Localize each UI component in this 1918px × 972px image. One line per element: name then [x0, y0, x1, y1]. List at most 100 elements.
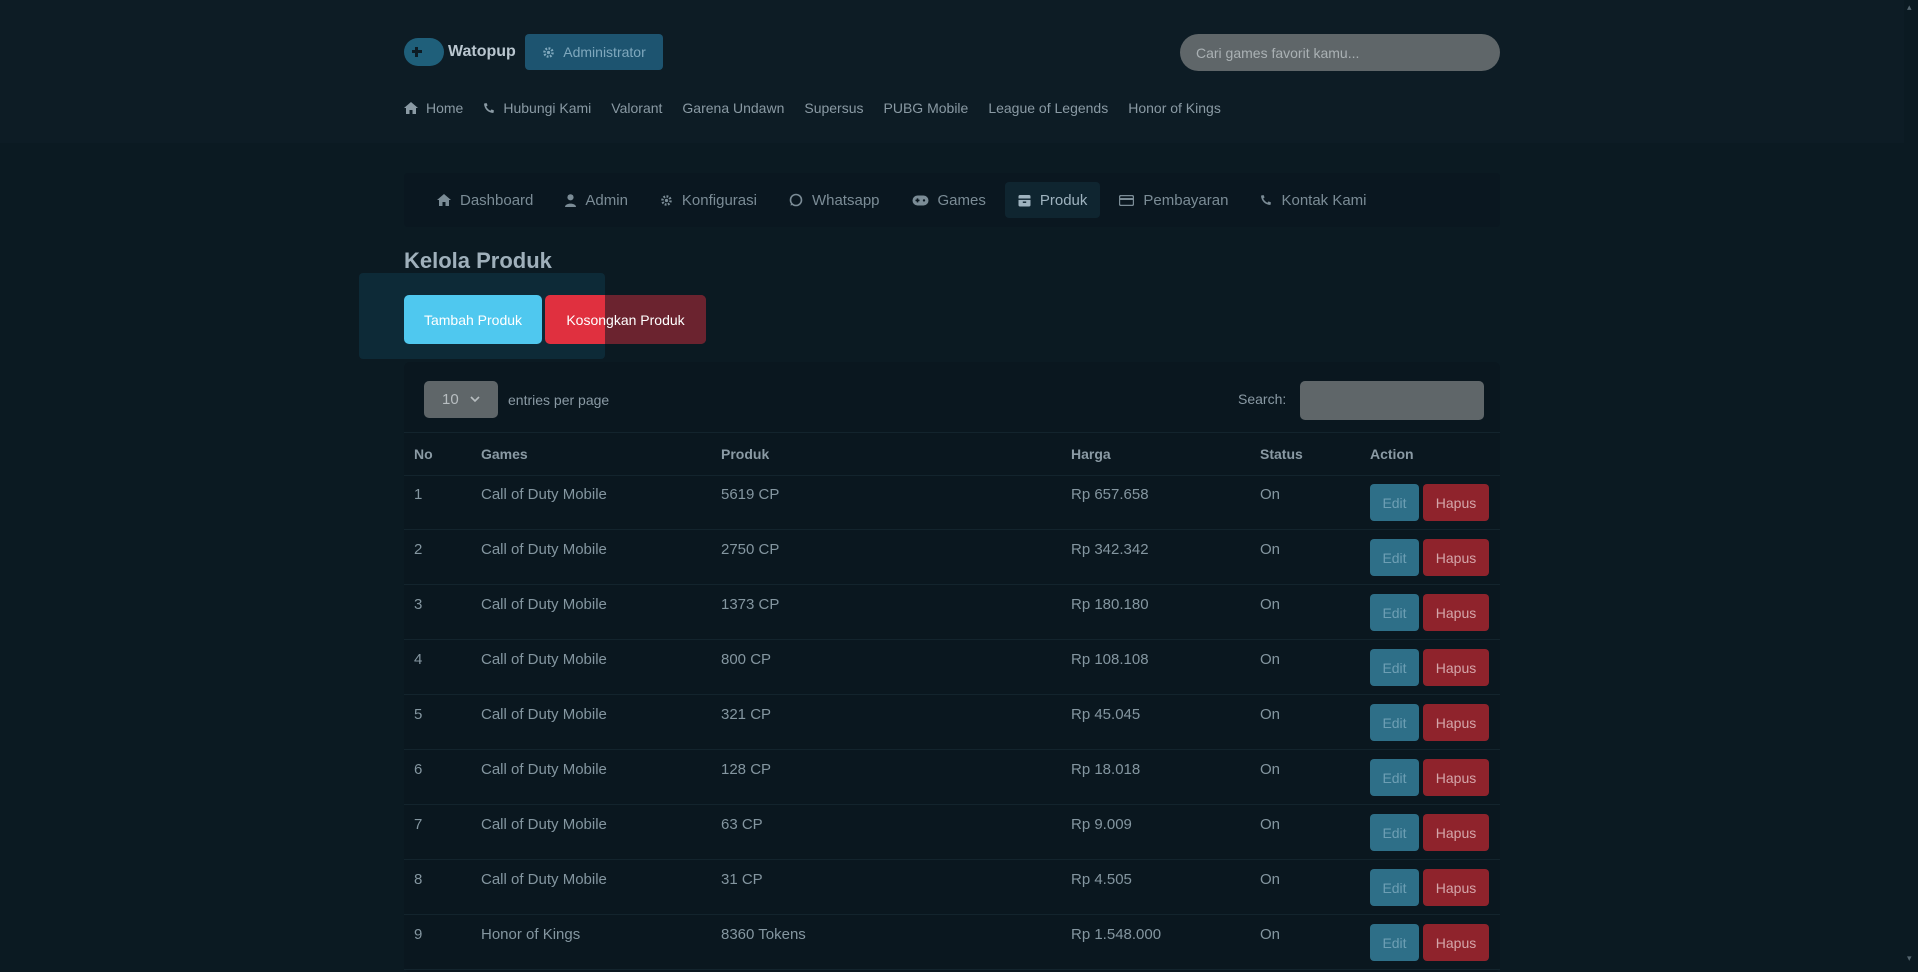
table-row: 3 Call of Duty Mobile 1373 CP Rp 180.180 On E…: [404, 585, 1500, 640]
delete-button[interactable]: Hapus: [1423, 869, 1489, 906]
column-header-games[interactable]: Games: [481, 433, 528, 475]
tab-dashboard[interactable]: Dashboard: [424, 182, 546, 218]
cell-action: Edit Hapus: [1370, 695, 1489, 749]
nav-item-league-of-legends[interactable]: League of Legends: [988, 100, 1108, 116]
cell-no: 4: [414, 651, 423, 668]
delete-button[interactable]: Hapus: [1423, 539, 1489, 576]
cell-price: Rp 45.045: [1071, 706, 1141, 723]
scroll-down-icon[interactable]: ▾: [1907, 953, 1915, 963]
cell-game: Honor of Kings: [481, 926, 581, 943]
table-search-input[interactable]: [1300, 381, 1484, 420]
nav-item-valorant[interactable]: Valorant: [611, 100, 662, 116]
tab-label: Kontak Kami: [1281, 191, 1367, 209]
column-header-harga[interactable]: Harga: [1071, 433, 1111, 475]
tab-produk[interactable]: Produk: [1004, 182, 1101, 218]
cell-action: Edit Hapus: [1370, 475, 1489, 529]
nav-item-hubungi-kami[interactable]: Hubungi Kami: [483, 100, 591, 116]
nav-item-label: League of Legends: [988, 100, 1109, 116]
edit-button[interactable]: Edit: [1370, 484, 1419, 521]
delete-button[interactable]: Hapus: [1423, 484, 1489, 521]
edit-button[interactable]: Edit: [1370, 869, 1419, 906]
delete-button[interactable]: Hapus: [1423, 924, 1489, 961]
nav-item-label: Supersus: [804, 100, 864, 116]
table-header: No Games Produk Harga Status Action: [404, 432, 1500, 476]
edit-button[interactable]: Edit: [1370, 759, 1419, 796]
nav-item-supersus[interactable]: Supersus: [804, 100, 863, 116]
delete-button[interactable]: Hapus: [1423, 649, 1489, 686]
nav-item-pubg-mobile[interactable]: PUBG Mobile: [884, 100, 969, 116]
edit-button[interactable]: Edit: [1370, 704, 1419, 741]
entries-control: 10 entries per page: [424, 381, 609, 418]
delete-button[interactable]: Hapus: [1423, 759, 1489, 796]
tab-admin[interactable]: Admin: [552, 182, 641, 218]
phone-icon: [1260, 194, 1272, 206]
administrator-label: Administrator: [563, 44, 646, 60]
brand-logo[interactable]: Watopup: [404, 34, 516, 70]
cell-price: Rp 180.180: [1071, 596, 1149, 613]
empty-products-button[interactable]: Kosongkan Produk: [545, 295, 706, 344]
entries-label: entries per page: [508, 391, 610, 408]
edit-button[interactable]: Edit: [1370, 924, 1419, 961]
edit-button[interactable]: Edit: [1370, 539, 1419, 576]
whatsapp-icon: [789, 193, 803, 207]
edit-button[interactable]: Edit: [1370, 594, 1419, 631]
tab-games[interactable]: Games: [899, 182, 999, 218]
tab-pembayaran[interactable]: Pembayaran: [1106, 182, 1241, 218]
cell-no: 5: [414, 706, 423, 723]
cell-product: 800 CP: [721, 651, 772, 668]
delete-button[interactable]: Hapus: [1423, 814, 1489, 851]
delete-button[interactable]: Hapus: [1423, 704, 1489, 741]
page-title: Kelola Produk: [404, 248, 552, 273]
tab-label: Games: [937, 191, 986, 209]
table-row: 9 Honor of Kings 8360 Tokens Rp 1.548.000 On…: [404, 915, 1500, 970]
column-header-produk[interactable]: Produk: [721, 433, 769, 475]
column-header-no[interactable]: No: [414, 433, 433, 475]
cell-no: 1: [414, 486, 423, 503]
nav-item-honor-of-kings[interactable]: Honor of Kings: [1128, 100, 1221, 116]
tab-whatsapp[interactable]: Whatsapp: [776, 182, 893, 218]
gamepad-logo-icon: [404, 38, 444, 66]
administrator-button[interactable]: Administrator: [525, 34, 663, 70]
cell-game: Call of Duty Mobile: [481, 596, 607, 613]
cell-game: Call of Duty Mobile: [481, 871, 607, 888]
tab-konfigurasi[interactable]: Konfigurasi: [647, 182, 770, 218]
nav-item-label: Hubungi Kami: [503, 100, 592, 116]
scroll-up-icon[interactable]: ▴: [1907, 2, 1915, 12]
nav-item-garena-undawn[interactable]: Garena Undawn: [682, 100, 784, 116]
cell-status: On: [1260, 926, 1281, 943]
cell-product: 5619 CP: [721, 486, 780, 503]
cell-status: On: [1260, 706, 1281, 723]
nav-item-label: Garena Undawn: [682, 100, 785, 116]
cell-action: Edit Hapus: [1370, 530, 1489, 584]
tab-label: Whatsapp: [811, 191, 880, 209]
column-header-action: Action: [1370, 446, 1414, 462]
empty-products-label: Kosongkan Produk: [566, 311, 685, 328]
cell-product: 1373 CP: [721, 596, 780, 613]
phone-icon: [483, 102, 495, 114]
cell-no: 2: [414, 541, 423, 558]
edit-button[interactable]: Edit: [1370, 649, 1419, 686]
nav-item-label: Honor of Kings: [1128, 100, 1221, 116]
column-header-status[interactable]: Status: [1260, 433, 1303, 475]
nav-item-home[interactable]: Home: [404, 100, 463, 116]
cell-no: 6: [414, 761, 423, 778]
cell-price: Rp 9.009: [1071, 816, 1132, 833]
delete-button[interactable]: Hapus: [1423, 594, 1489, 631]
cell-no: 9: [414, 926, 423, 943]
main-nav: Home Hubungi Kami Valorant Garena Undawn Sup…: [404, 100, 1221, 116]
add-product-button[interactable]: Tambah Produk: [404, 295, 542, 344]
cell-status: On: [1260, 486, 1281, 503]
entries-value: 10: [442, 391, 459, 408]
cell-product: 2750 CP: [721, 541, 780, 558]
cell-product: 8360 Tokens: [721, 926, 806, 943]
chevron-down-icon: [470, 396, 480, 403]
cell-action: Edit Hapus: [1370, 805, 1489, 859]
entries-select[interactable]: 10: [424, 381, 498, 418]
tab-kontak-kami[interactable]: Kontak Kami: [1247, 182, 1379, 218]
game-search-input[interactable]: [1180, 34, 1500, 71]
table-row: 4 Call of Duty Mobile 800 CP Rp 108.108 On Ed…: [404, 640, 1500, 695]
cell-price: Rp 108.108: [1071, 651, 1149, 668]
tab-label: Admin: [585, 191, 628, 209]
page-scrollbar[interactable]: ▴ ▾: [1904, 0, 1918, 965]
edit-button[interactable]: Edit: [1370, 814, 1419, 851]
